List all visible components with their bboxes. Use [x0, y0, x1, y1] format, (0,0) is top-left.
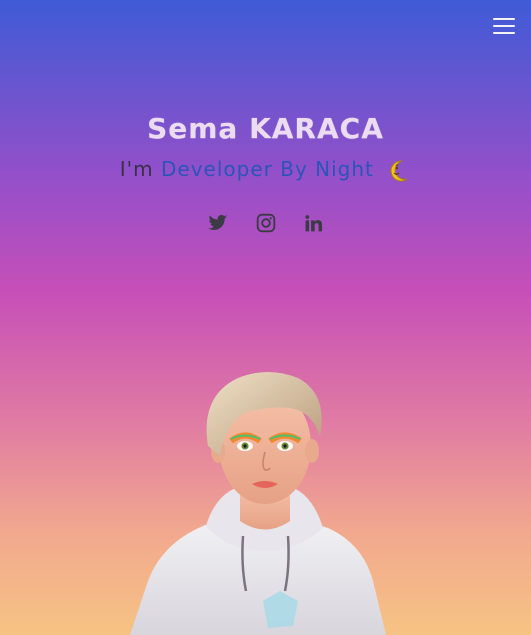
hero-section: Sema KARACA I'm Developer By Night: [0, 112, 531, 183]
tagline-prefix: I'm: [119, 157, 154, 181]
page-title: Sema KARACA: [147, 112, 384, 145]
menu-line: [493, 18, 515, 20]
tagline-role: Developer By Night: [161, 157, 374, 181]
typed-tagline: I'm Developer By Night: [0, 157, 531, 183]
twitter-icon[interactable]: [207, 212, 229, 234]
3d-avatar-portrait: [128, 366, 398, 635]
social-links: [0, 212, 531, 234]
hamburger-menu-icon[interactable]: [493, 16, 515, 34]
linkedin-icon[interactable]: [303, 212, 325, 234]
menu-line: [493, 25, 515, 27]
menu-line: [493, 32, 515, 34]
crescent-moon-face-icon: [387, 159, 411, 183]
instagram-icon[interactable]: [255, 212, 277, 234]
